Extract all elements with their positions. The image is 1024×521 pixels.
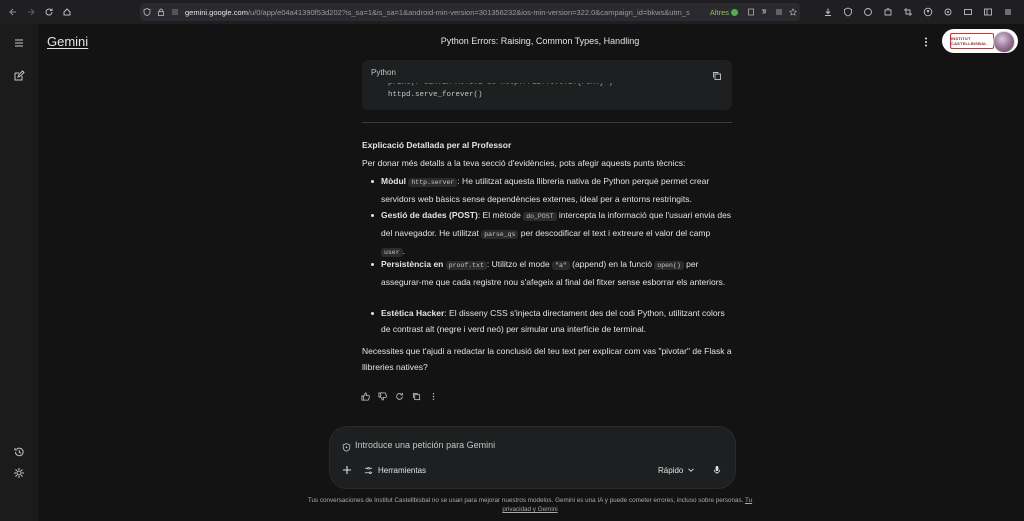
- response-actions: [357, 389, 442, 403]
- prompt-input[interactable]: [353, 435, 717, 455]
- footer-disclaimer: Tus conversaciones de Institut Castellbi…: [300, 496, 760, 514]
- new-chat-icon[interactable]: [12, 69, 26, 83]
- code-block: Python print(f"SERVER ACTIVE at http://1…: [362, 60, 732, 110]
- org-logo: INSTITUT CASTELLBISBAL: [950, 33, 994, 49]
- more-icon[interactable]: [425, 389, 442, 403]
- star-icon[interactable]: [786, 3, 800, 21]
- chevron-down-icon: [688, 468, 695, 472]
- code-language: Python: [371, 68, 396, 77]
- extensions-icon[interactable]: [878, 0, 898, 24]
- tools-button[interactable]: Herramientas: [364, 463, 426, 477]
- response-heading: Explicació Detallada per al Professor: [362, 140, 512, 150]
- sidebar-toggle-icon[interactable]: [978, 0, 998, 24]
- regenerate-icon[interactable]: [391, 389, 408, 403]
- address-bar[interactable]: gemini.google.com/u/0/app/e04a41390f53d2…: [140, 3, 800, 21]
- mode-selector[interactable]: Rápido: [658, 463, 695, 477]
- bookmarks-list-icon[interactable]: [772, 3, 786, 21]
- account-switcher[interactable]: INSTITUT CASTELLBISBAL: [942, 29, 1018, 53]
- shield-icon[interactable]: [140, 3, 154, 21]
- reload-icon[interactable]: [40, 0, 58, 24]
- mic-icon[interactable]: [710, 463, 724, 477]
- thumbs-up-icon[interactable]: [357, 389, 374, 403]
- screenshot-icon[interactable]: [958, 0, 978, 24]
- copy-response-icon[interactable]: [408, 389, 425, 403]
- shield-check-icon: [342, 439, 351, 452]
- lock-icon[interactable]: [154, 3, 168, 21]
- list-item: Estètica Hacker: El disseny CSS s'inject…: [371, 305, 733, 337]
- avatar[interactable]: [993, 31, 1015, 53]
- tools-label: Herramientas: [378, 465, 427, 475]
- kebab-icon[interactable]: [920, 35, 932, 49]
- side-rail: [0, 24, 38, 521]
- status-dot-icon: [731, 8, 738, 16]
- footer-text: Tus conversaciones de Institut Castellbi…: [307, 497, 744, 504]
- url-domain: gemini.google.com: [185, 7, 248, 17]
- translate-icon[interactable]: [758, 3, 772, 21]
- site-info-icon[interactable]: [168, 3, 182, 21]
- settings-icon[interactable]: [12, 466, 26, 480]
- code-line: httpd.serve_forever(): [388, 91, 483, 99]
- altres-label[interactable]: Altres: [710, 8, 729, 17]
- url-text[interactable]: gemini.google.com/u/0/app/e04a41390f53d2…: [182, 8, 710, 17]
- mode-label: Rápido: [658, 465, 684, 475]
- code-line: print(f"SERVER ACTIVE at http://127.0.0.…: [388, 79, 614, 87]
- app-menu-icon[interactable]: [998, 0, 1018, 24]
- settings-icon[interactable]: [938, 0, 958, 24]
- pocket-icon[interactable]: [858, 0, 878, 24]
- account-icon[interactable]: [918, 0, 938, 24]
- back-icon[interactable]: [4, 0, 22, 24]
- shield-extension-icon[interactable]: [838, 0, 858, 24]
- crop-icon[interactable]: [898, 0, 918, 24]
- home-icon[interactable]: [58, 0, 76, 24]
- prompt-composer: Herramientas Rápido: [329, 426, 736, 489]
- tools-icon: [364, 466, 373, 474]
- list-item: Gestió de dades (POST): El mètode do_POS…: [371, 207, 733, 261]
- divider: [362, 122, 732, 123]
- forward-icon[interactable]: [22, 0, 40, 24]
- history-icon[interactable]: [12, 445, 26, 459]
- list-item: Persistència en proof.txt: Utilitzo el m…: [371, 256, 733, 290]
- browser-toolbar: gemini.google.com/u/0/app/e04a41390f53d2…: [0, 0, 1024, 24]
- copy-icon[interactable]: [712, 68, 722, 80]
- thumbs-down-icon[interactable]: [374, 389, 391, 403]
- chat-title: Python Errors: Raising, Common Types, Ha…: [440, 36, 640, 46]
- download-icon[interactable]: [818, 0, 838, 24]
- add-icon[interactable]: [340, 463, 354, 477]
- reader-icon[interactable]: [744, 3, 758, 21]
- list-item: Mòdul http.server: He utilitzat aquesta …: [371, 173, 733, 207]
- response-closing: Necessites que t'ajudi a redactar la con…: [362, 346, 732, 372]
- url-path: /u/0/app/e04a41390f53d202?is_sa=1&is_sa=…: [247, 7, 690, 17]
- response-intro: Per donar més detalls a la teva secció d…: [362, 158, 686, 168]
